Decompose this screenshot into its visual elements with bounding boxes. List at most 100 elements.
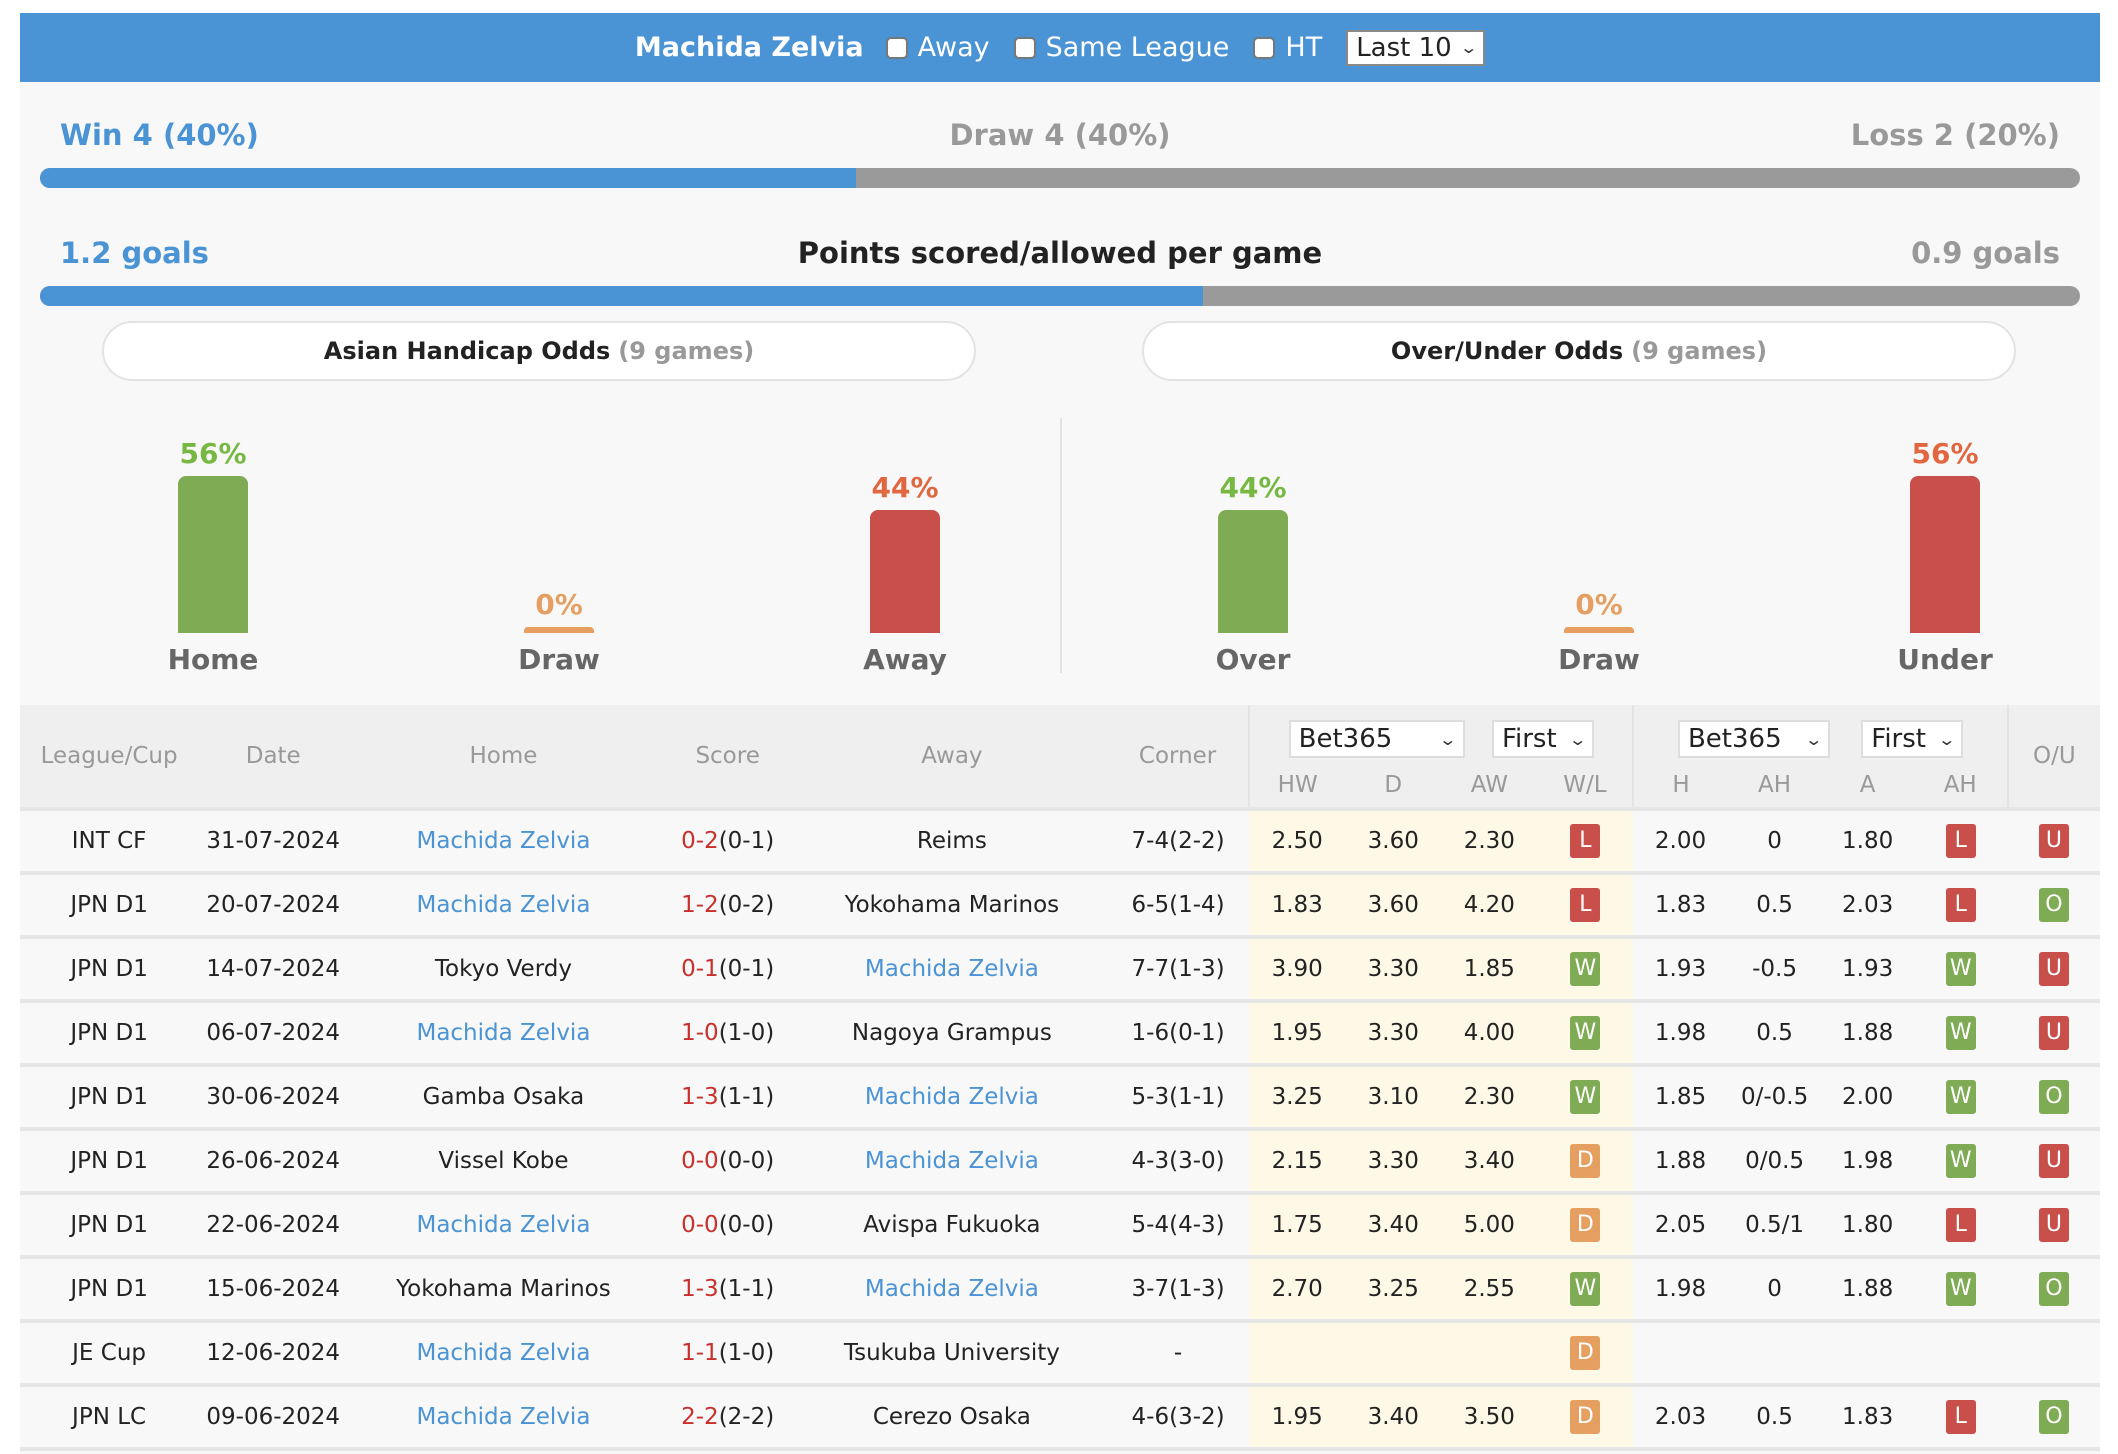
date-cell: 22-06-2024 (198, 1191, 349, 1257)
ou-result-badge: O (2038, 1400, 2069, 1434)
ou-under-bar (1910, 475, 1980, 633)
away-team-cell[interactable]: Machida Zelvia (796, 1127, 1108, 1193)
ah-result-badge: L (1945, 888, 1976, 922)
table-row: JPN D1 14-07-2024 Tokyo Verdy 0-1(0-1) Machi… (20, 935, 2100, 1001)
away-team-cell[interactable]: Machida Zelvia (796, 935, 1108, 1001)
away-win-odds: 3.50 (1441, 1383, 1538, 1451)
league-cell: JPN D1 (20, 871, 199, 937)
ah-home-pct: 56% (179, 436, 247, 470)
corner-cell: - (1107, 1319, 1250, 1385)
away-team-cell[interactable]: Machida Zelvia (796, 1255, 1108, 1321)
corner-cell: 7-7(1-3) (1107, 935, 1250, 1001)
ah-away-odds: 2.00 (1821, 1063, 1914, 1129)
away-checkbox-label[interactable]: Away (918, 32, 990, 63)
odds2-type-select[interactable]: First ⌄ (1861, 720, 1964, 758)
ah-home-bar (178, 475, 248, 633)
ah-away-pct: 44% (871, 470, 939, 504)
ou-over-bar (1218, 509, 1288, 633)
home-team-cell[interactable]: Machida Zelvia (348, 999, 659, 1065)
ah-result-badge: L (1945, 824, 1976, 858)
range-select[interactable]: Last 10 ⌄ (1346, 29, 1486, 66)
fulltime-score: 2-2 (681, 1404, 719, 1430)
asian-odds-selectors: Bet365 ⌄ First ⌄ (1632, 705, 2008, 763)
home-team-cell[interactable]: Machida Zelvia (348, 871, 659, 937)
over-under-tab[interactable]: Over/Under Odds (9 games) (1142, 321, 2016, 381)
table-row: JPN LC 09-06-2024 Machida Zelvia 2-2(2-2) Ce… (20, 1383, 2100, 1451)
header-d: D (1345, 763, 1442, 809)
home-team-cell: Tokyo Verdy (348, 935, 659, 1001)
draw-odds: 3.30 (1345, 1127, 1442, 1193)
score-cell: 1-1(1-0) (658, 1319, 797, 1385)
table-row: JPN D1 15-06-2024 Yokohama Marinos 1-3(1-1)… (20, 1255, 2100, 1321)
asian-handicap-tab[interactable]: Asian Handicap Odds (9 games) (102, 321, 976, 381)
halftime-score: (0-0) (718, 1148, 775, 1174)
home-team-cell: Yokohama Marinos (348, 1255, 659, 1321)
ou-draw-pct: 0% (1575, 588, 1623, 621)
home-team-cell[interactable]: Machida Zelvia (348, 807, 659, 873)
draw-odds (1345, 1319, 1442, 1385)
draw-odds: 3.60 (1345, 871, 1442, 937)
halftime-score: (0-1) (718, 828, 775, 854)
ou-result: U (2007, 1191, 2100, 1257)
home-team-cell[interactable]: Machida Zelvia (348, 1191, 659, 1257)
ou-under-column: 56% Under (1875, 437, 2015, 683)
goals-scored: 1.2 goals (60, 236, 209, 270)
score-cell: 0-0(0-0) (658, 1127, 797, 1193)
score-cell: 0-1(0-1) (658, 935, 797, 1001)
wl-result: W (1537, 1063, 1634, 1129)
record-row: Win 4 (40%) Draw 4 (40%) Loss 2 (20%) (60, 118, 2060, 158)
odds1-type-select[interactable]: First ⌄ (1491, 720, 1594, 758)
league-cell: JPN D1 (20, 935, 199, 1001)
ah-result-badge: L (1945, 1208, 1976, 1242)
ah-home-odds: 2.03 (1633, 1383, 1728, 1451)
date-cell: 12-06-2024 (198, 1319, 349, 1385)
away-win-odds: 2.30 (1441, 807, 1538, 873)
date-cell: 30-06-2024 (198, 1063, 349, 1129)
ah-away-odds: 1.93 (1821, 935, 1914, 1001)
ah-line: 0 (1727, 807, 1822, 873)
home-team-cell[interactable]: Machida Zelvia (348, 1383, 659, 1451)
odds1-type-value: First (1501, 724, 1557, 754)
record-bar (40, 168, 2080, 188)
away-win-odds: 3.40 (1441, 1127, 1538, 1193)
ah-line: 0/0.5 (1727, 1127, 1822, 1193)
ah-line: 0 (1727, 1255, 1822, 1321)
fulltime-score: 1-3 (681, 1084, 719, 1110)
same-league-checkbox-label[interactable]: Same League (1046, 32, 1230, 63)
ht-checkbox[interactable] (1253, 36, 1276, 59)
chevron-down-icon: ⌄ (1438, 729, 1458, 749)
home-team-cell[interactable]: Machida Zelvia (348, 1319, 659, 1385)
wl-result: W (1537, 1255, 1634, 1321)
ou-draw-label: Draw (1558, 643, 1640, 676)
home-team-cell: Gamba Osaka (348, 1063, 659, 1129)
home-win-odds: 3.25 (1249, 1063, 1346, 1129)
draw-odds: 3.25 (1345, 1255, 1442, 1321)
header-date: Date (198, 705, 349, 809)
ou-result-badge: U (2038, 952, 2069, 986)
header-hw: HW (1248, 763, 1346, 809)
goals-bar-fill (40, 286, 1203, 306)
corner-cell: 4-3(3-0) (1107, 1127, 1250, 1193)
halftime-score: (0-2) (718, 892, 775, 918)
fulltime-score: 1-2 (681, 892, 719, 918)
ah-away-odds (1821, 1319, 1914, 1385)
odds1-company-select[interactable]: Bet365 ⌄ (1288, 720, 1465, 758)
odds2-company-select[interactable]: Bet365 ⌄ (1677, 720, 1830, 758)
away-checkbox[interactable] (885, 36, 908, 59)
same-league-checkbox[interactable] (1013, 36, 1036, 59)
home-win-odds: 3.90 (1249, 935, 1346, 1001)
home-win-odds: 1.95 (1249, 999, 1346, 1065)
league-cell: JPN D1 (20, 1063, 199, 1129)
filter-bar: Machida Zelvia Away Same League HT Last … (20, 13, 2100, 82)
score-cell: 1-2(0-2) (658, 871, 797, 937)
wl-result-badge: L (1570, 824, 1601, 858)
draw-odds: 3.40 (1345, 1383, 1442, 1451)
record-bar-fill (40, 168, 856, 188)
ah-line: 0.5 (1727, 1383, 1822, 1451)
away-team-cell[interactable]: Machida Zelvia (796, 1063, 1108, 1129)
ou-result-badge: U (2038, 1144, 2069, 1178)
away-team-cell: Avispa Fukuoka (796, 1191, 1108, 1257)
ah-away-column: 44% Away (835, 471, 975, 683)
ht-checkbox-label[interactable]: HT (1285, 32, 1322, 63)
ou-draw-column: 0% Draw (1529, 588, 1669, 683)
